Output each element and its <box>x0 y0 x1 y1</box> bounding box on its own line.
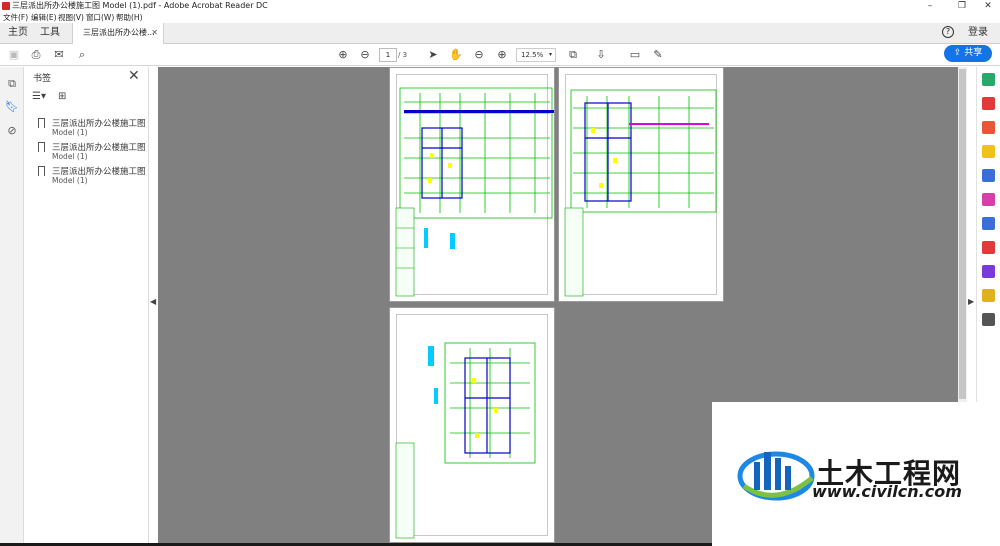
toolbar: ▣ ⎙ ✉ ⌕ ⊕ ⊖ 1 / 3 ➤ ✋ ⊖ ⊕ 12.5% ▾ ⧉ ⇩ ▭ … <box>0 44 1000 66</box>
bookmark-icon <box>38 142 45 152</box>
chevron-down-icon: ▾ <box>548 51 552 58</box>
comment-tool-icon[interactable] <box>982 145 995 158</box>
tab-document[interactable]: 三层派出所办公楼... ✕ <box>72 23 164 44</box>
fill-sign-icon[interactable] <box>982 193 995 206</box>
bookmark-sublabel: Model (1) <box>52 128 88 137</box>
page-total: / 3 <box>398 51 408 59</box>
close-window-icon[interactable]: ✕ <box>976 0 1000 12</box>
chevron-right-icon: ▶ <box>968 297 975 306</box>
print-icon[interactable]: ⎙ <box>28 47 44 63</box>
hand-tool-icon[interactable]: ✋ <box>448 47 464 63</box>
comment-icon[interactable]: ▭ <box>627 47 643 63</box>
bookmarks-panel: 书签 ✕ ☰▾ ⊞ 三层派出所办公楼施工图 Model (1) 三层派出所办公楼… <box>24 67 149 546</box>
edit-pdf-icon[interactable] <box>982 121 995 134</box>
share-label: 共享 <box>964 48 983 58</box>
bookmarks-icon[interactable]: 🔖︎ <box>5 100 19 114</box>
previous-page-icon[interactable]: ⊕ <box>335 47 351 63</box>
menu-bar: 文件(F) 编辑(E) 视图(V) 窗口(W) 帮助(H) <box>0 12 1000 23</box>
protect-icon[interactable] <box>982 217 995 230</box>
close-panel-icon[interactable]: ✕ <box>128 68 140 84</box>
menu-window[interactable]: 窗口(W) <box>86 12 114 23</box>
bookmark-sublabel: Model (1) <box>52 176 88 185</box>
floor-plan-drawing <box>564 89 717 297</box>
zoom-select[interactable]: 12.5% ▾ <box>516 48 556 62</box>
pdf-page-1 <box>389 67 555 302</box>
share-button[interactable]: ⇪ 共享 <box>944 45 992 62</box>
menu-help[interactable]: 帮助(H) <box>116 12 143 23</box>
new-bookmark-icon[interactable]: ⊞ <box>58 91 66 102</box>
watermark-url: www.civilcn.com <box>812 482 962 501</box>
tab-bar: 主页 工具 三层派出所办公楼... ✕ <box>0 23 1000 44</box>
menu-file[interactable]: 文件(F) <box>3 12 28 23</box>
title-bar: 三层派出所办公楼施工图 Model (1).pdf - Adobe Acroba… <box>0 0 1000 12</box>
navigation-rail: ⧉ 🔖︎ ⊘ <box>0 67 24 546</box>
send-for-signature-icon[interactable] <box>982 265 995 278</box>
help-icon[interactable]: ? <box>942 26 954 38</box>
collapse-left-panel[interactable]: ◀ <box>149 67 158 546</box>
floor-plan-drawing <box>395 87 554 297</box>
organize-pages-icon[interactable] <box>982 289 995 302</box>
next-page-icon[interactable]: ⊖ <box>357 47 373 63</box>
chevron-left-icon: ◀ <box>150 297 157 306</box>
attachments-icon[interactable]: ⊘ <box>5 124 19 138</box>
menu-view[interactable]: 视图(V) <box>58 12 84 23</box>
tab-tools[interactable]: 工具 <box>40 23 60 43</box>
close-tab-icon[interactable]: ✕ <box>151 23 158 43</box>
tab-document-label: 三层派出所办公楼... <box>83 28 155 37</box>
pdf-page-3 <box>389 307 555 543</box>
bookmark-icon <box>38 166 45 176</box>
tab-home[interactable]: 主页 <box>8 23 28 43</box>
sign-icon[interactable]: ✎ <box>650 47 666 63</box>
bookmarks-title: 书签 <box>33 74 52 84</box>
window-title: 三层派出所办公楼施工图 Model (1).pdf - Adobe Acroba… <box>12 1 268 10</box>
save-icon[interactable]: ▣ <box>6 47 22 63</box>
more-tools-icon[interactable] <box>982 313 995 326</box>
export-pdf-icon[interactable] <box>982 73 995 86</box>
share-icon: ⇪ <box>953 48 965 58</box>
search-icon[interactable]: ⌕ <box>74 47 90 63</box>
bookmark-icon <box>38 118 45 128</box>
restore-icon[interactable]: ❐ <box>950 0 974 12</box>
minimize-icon[interactable]: – <box>918 0 942 12</box>
bookmark-options-icon[interactable]: ☰▾ <box>32 91 46 102</box>
scroll-mode-icon[interactable]: ⇩ <box>593 47 609 63</box>
scrollbar-thumb[interactable] <box>959 69 966 399</box>
page-display-icon[interactable]: ⧉ <box>565 47 581 63</box>
login-button[interactable]: 登录 <box>968 23 988 43</box>
select-tool-icon[interactable]: ➤ <box>425 47 441 63</box>
email-icon[interactable]: ✉ <box>51 47 67 63</box>
combine-files-icon[interactable] <box>982 169 995 182</box>
send-for-review-icon[interactable] <box>982 241 995 254</box>
create-pdf-icon[interactable] <box>982 97 995 110</box>
floor-plan-drawing <box>395 342 536 539</box>
acrobat-icon <box>2 2 10 10</box>
page-thumbnails-icon[interactable]: ⧉ <box>5 77 19 91</box>
pdf-page-2 <box>558 67 724 302</box>
zoom-value: 12.5% <box>521 51 544 59</box>
menu-edit[interactable]: 编辑(E) <box>31 12 57 23</box>
watermark-logo: 土木工程网 www.civilcn.com <box>712 402 1000 546</box>
zoom-out-icon[interactable]: ⊖ <box>471 47 487 63</box>
zoom-in-icon[interactable]: ⊕ <box>494 47 510 63</box>
page-number-input[interactable]: 1 <box>379 48 397 62</box>
bookmark-sublabel: Model (1) <box>52 152 88 161</box>
civilcn-logo-icon <box>737 451 815 501</box>
